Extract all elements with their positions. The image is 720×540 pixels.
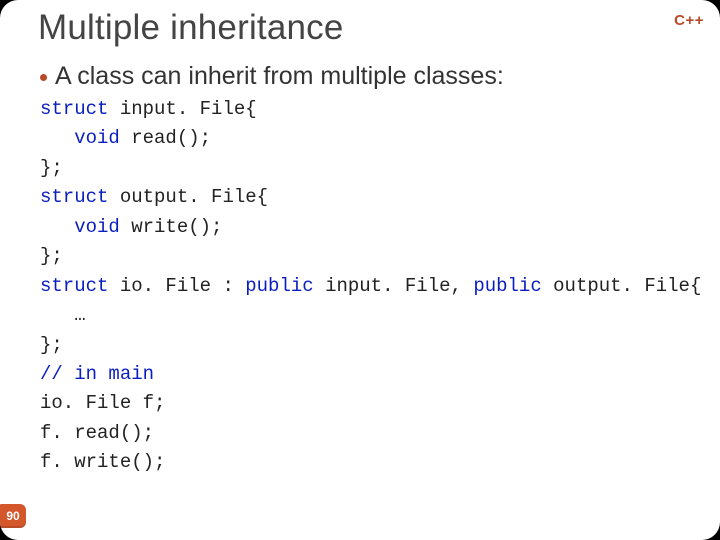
slide: Multiple inheritance C++ A class can inh…: [0, 0, 720, 540]
cpp-logo: C++: [674, 12, 704, 29]
code-text: output. File{: [542, 275, 702, 297]
code-keyword: void: [74, 127, 120, 149]
code-text: write();: [120, 216, 223, 238]
code-text: };: [40, 157, 63, 179]
code-text: input. File{: [108, 98, 256, 120]
bullet-item: A class can inherit from multiple classe…: [40, 62, 504, 91]
code-text: f. write();: [40, 451, 165, 473]
code-comment: // in main: [40, 363, 154, 385]
code-text: };: [40, 334, 63, 356]
code-text: };: [40, 245, 63, 267]
page-number: 90: [2, 509, 19, 523]
slide-title: Multiple inheritance: [38, 8, 344, 48]
code-text: output. File{: [108, 186, 268, 208]
code-keyword: struct: [40, 275, 108, 297]
code-block: struct input. File{ void read(); }; stru…: [40, 95, 701, 478]
code-text: io. File :: [108, 275, 245, 297]
bullet-text: A class can inherit from multiple classe…: [55, 62, 504, 91]
code-keyword: void: [74, 216, 120, 238]
code-text: input. File,: [314, 275, 474, 297]
bullet-icon: [40, 74, 47, 81]
code-keyword: struct: [40, 98, 108, 120]
code-text: io. File f;: [40, 392, 165, 414]
code-text: read();: [120, 127, 211, 149]
code-keyword: public: [473, 275, 541, 297]
code-keyword: public: [245, 275, 313, 297]
code-text: f. read();: [40, 422, 154, 444]
page-number-badge: 90: [0, 504, 26, 528]
code-text: …: [40, 304, 86, 326]
code-keyword: struct: [40, 186, 108, 208]
